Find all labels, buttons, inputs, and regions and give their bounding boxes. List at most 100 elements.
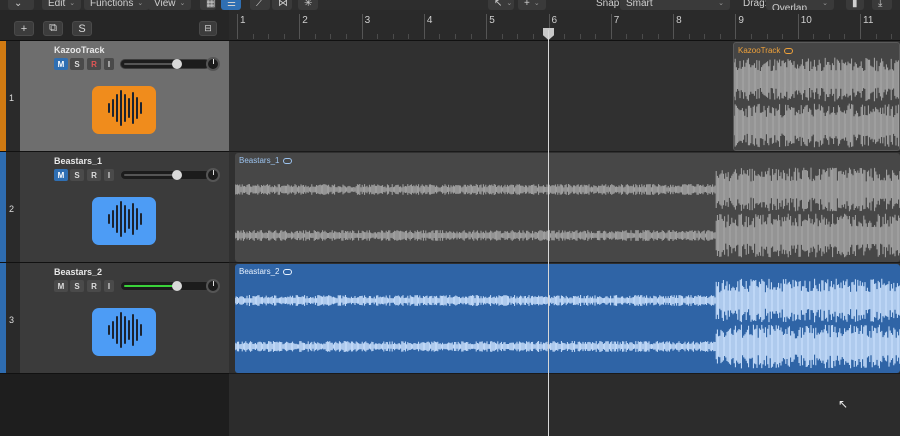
input-monitor-button[interactable]: I: [104, 58, 114, 70]
record-enable-button[interactable]: R: [87, 280, 101, 292]
region-name: KazooTrack: [738, 46, 781, 55]
solo-button[interactable]: S: [70, 169, 84, 181]
ruler-bar-number: 8: [676, 15, 682, 26]
drag-select[interactable]: No Overlap ⌄: [766, 0, 834, 10]
track-number: 3: [9, 315, 15, 325]
playhead[interactable]: [548, 30, 549, 436]
track-name[interactable]: KazooTrack: [54, 45, 105, 55]
track-icon[interactable]: [92, 86, 156, 134]
mute-button[interactable]: M: [54, 280, 68, 292]
region-header: KazooTrack: [738, 46, 794, 55]
snap-select[interactable]: Smart ⌄: [620, 0, 730, 10]
ruler-beat-tick: [766, 34, 768, 39]
track-header-options-button[interactable]: ⊟: [199, 21, 217, 36]
track-number: 2: [9, 204, 15, 214]
audio-region[interactable]: Beastars_2: [235, 264, 900, 373]
catch-button[interactable]: ✳: [298, 0, 318, 10]
ruler-beat-tick: [844, 34, 846, 39]
add-track-button[interactable]: +: [14, 21, 34, 36]
view-menu[interactable]: View ⌄: [148, 0, 192, 10]
ruler-beat-tick: [750, 34, 752, 39]
track-name[interactable]: Beastars_2: [54, 267, 102, 277]
flex-button[interactable]: ⋈: [272, 0, 292, 10]
global-tracks-button[interactable]: S: [72, 21, 92, 36]
pan-knob[interactable]: [206, 57, 220, 71]
automation-icon: ⟋: [256, 0, 263, 9]
track-number-column: 3: [6, 263, 20, 373]
volume-fader[interactable]: [120, 59, 210, 69]
ruler-beat-tick: [564, 34, 566, 39]
track-header-body: KazooTrack M S R I: [20, 41, 229, 151]
bar-ruler[interactable]: 1 2 3 4 5 6 7 8 9 10 11: [229, 10, 900, 41]
tracks-area[interactable]: KazooTrack Beastars_1 Beastars_2: [229, 41, 900, 436]
input-monitor-button[interactable]: I: [104, 280, 114, 292]
toolbar-left-button[interactable]: ⌄: [8, 0, 34, 10]
chevron-down-icon: ⌄: [506, 0, 513, 7]
ruler-bar-number: 1: [240, 15, 246, 26]
duplicate-track-button[interactable]: ⧉: [43, 21, 63, 36]
ruler-beat-tick: [891, 34, 893, 39]
list-view-button[interactable]: ☰: [221, 0, 241, 10]
edit-menu[interactable]: Edit ⌄: [42, 0, 82, 10]
ruler-beat-tick: [377, 34, 379, 39]
audio-region[interactable]: Beastars_1: [235, 153, 900, 262]
volume-fader[interactable]: [120, 281, 210, 291]
ruler-beat-tick: [392, 34, 394, 39]
ruler-bar-tick: [860, 14, 861, 39]
ruler-beat-tick: [470, 34, 472, 39]
waveform-zoom-button[interactable]: ▮: [846, 0, 864, 10]
track-name[interactable]: Beastars_1: [54, 156, 102, 166]
grid-view-button[interactable]: ▦: [200, 0, 216, 10]
track-header[interactable]: 2 Beastars_1 M S R I: [0, 152, 229, 263]
volume-fader-knob[interactable]: [172, 170, 182, 180]
functions-menu[interactable]: Functions ⌄: [84, 0, 150, 10]
waveform-icon: [104, 199, 144, 244]
ruler-beat-tick: [408, 34, 410, 39]
volume-fader-knob[interactable]: [172, 59, 182, 69]
ruler-bar-number: 2: [302, 15, 308, 26]
mute-button[interactable]: M: [54, 58, 68, 70]
loop-icon: [784, 47, 794, 54]
solo-button[interactable]: S: [70, 280, 84, 292]
ruler-beat-tick: [517, 34, 519, 39]
mute-button[interactable]: M: [54, 169, 68, 181]
track-header[interactable]: 1 KazooTrack M S R I: [0, 41, 229, 152]
track-number-column: 2: [6, 152, 20, 262]
download-button[interactable]: ⤓: [872, 0, 892, 10]
ruler-bar-tick: [237, 14, 238, 39]
record-enable-button[interactable]: R: [87, 169, 101, 181]
audio-region[interactable]: KazooTrack: [733, 42, 900, 151]
volume-fader[interactable]: [120, 170, 210, 180]
ruler-bar-number: 7: [613, 15, 620, 26]
track-list-header: + ⧉ S ⊟: [0, 10, 229, 41]
region-header: Beastars_2: [239, 267, 293, 276]
pointer-tool-menu[interactable]: ↖ ⌄: [488, 0, 514, 10]
ruler-bar-tick: [299, 14, 301, 39]
track-icon[interactable]: [92, 308, 156, 356]
chevron-down-icon: ⌄: [69, 0, 76, 7]
pan-knob[interactable]: [206, 279, 220, 293]
track-header[interactable]: 3 Beastars_2 M S R I: [0, 263, 229, 374]
track-icon[interactable]: [92, 197, 156, 245]
waveform-channel-right: [235, 324, 900, 373]
waveform-icon: [104, 310, 144, 355]
pan-knob[interactable]: [206, 168, 220, 182]
automation-button[interactable]: ⟋: [250, 0, 270, 10]
pointer-tool-icon: ↖: [494, 0, 503, 9]
functions-menu-label: Functions: [90, 0, 134, 9]
marquee-tool-menu[interactable]: + ⌄: [518, 0, 546, 10]
catch-icon: ✳: [304, 0, 313, 9]
ruler-beat-tick: [704, 34, 706, 39]
chevron-down-icon: ⌄: [533, 0, 540, 7]
ruler-beat-tick: [579, 34, 581, 39]
track-number: 1: [9, 93, 15, 103]
record-enable-button[interactable]: R: [87, 58, 101, 70]
view-menu-label: View: [154, 0, 176, 9]
solo-button[interactable]: S: [70, 58, 84, 70]
ruler-beat-tick: [455, 34, 457, 39]
volume-fader-knob[interactable]: [172, 281, 182, 291]
input-monitor-button[interactable]: I: [104, 169, 114, 181]
region-name: Beastars_2: [239, 267, 280, 276]
drag-value: No Overlap: [772, 0, 808, 10]
grid-icon: ▦: [206, 0, 216, 9]
